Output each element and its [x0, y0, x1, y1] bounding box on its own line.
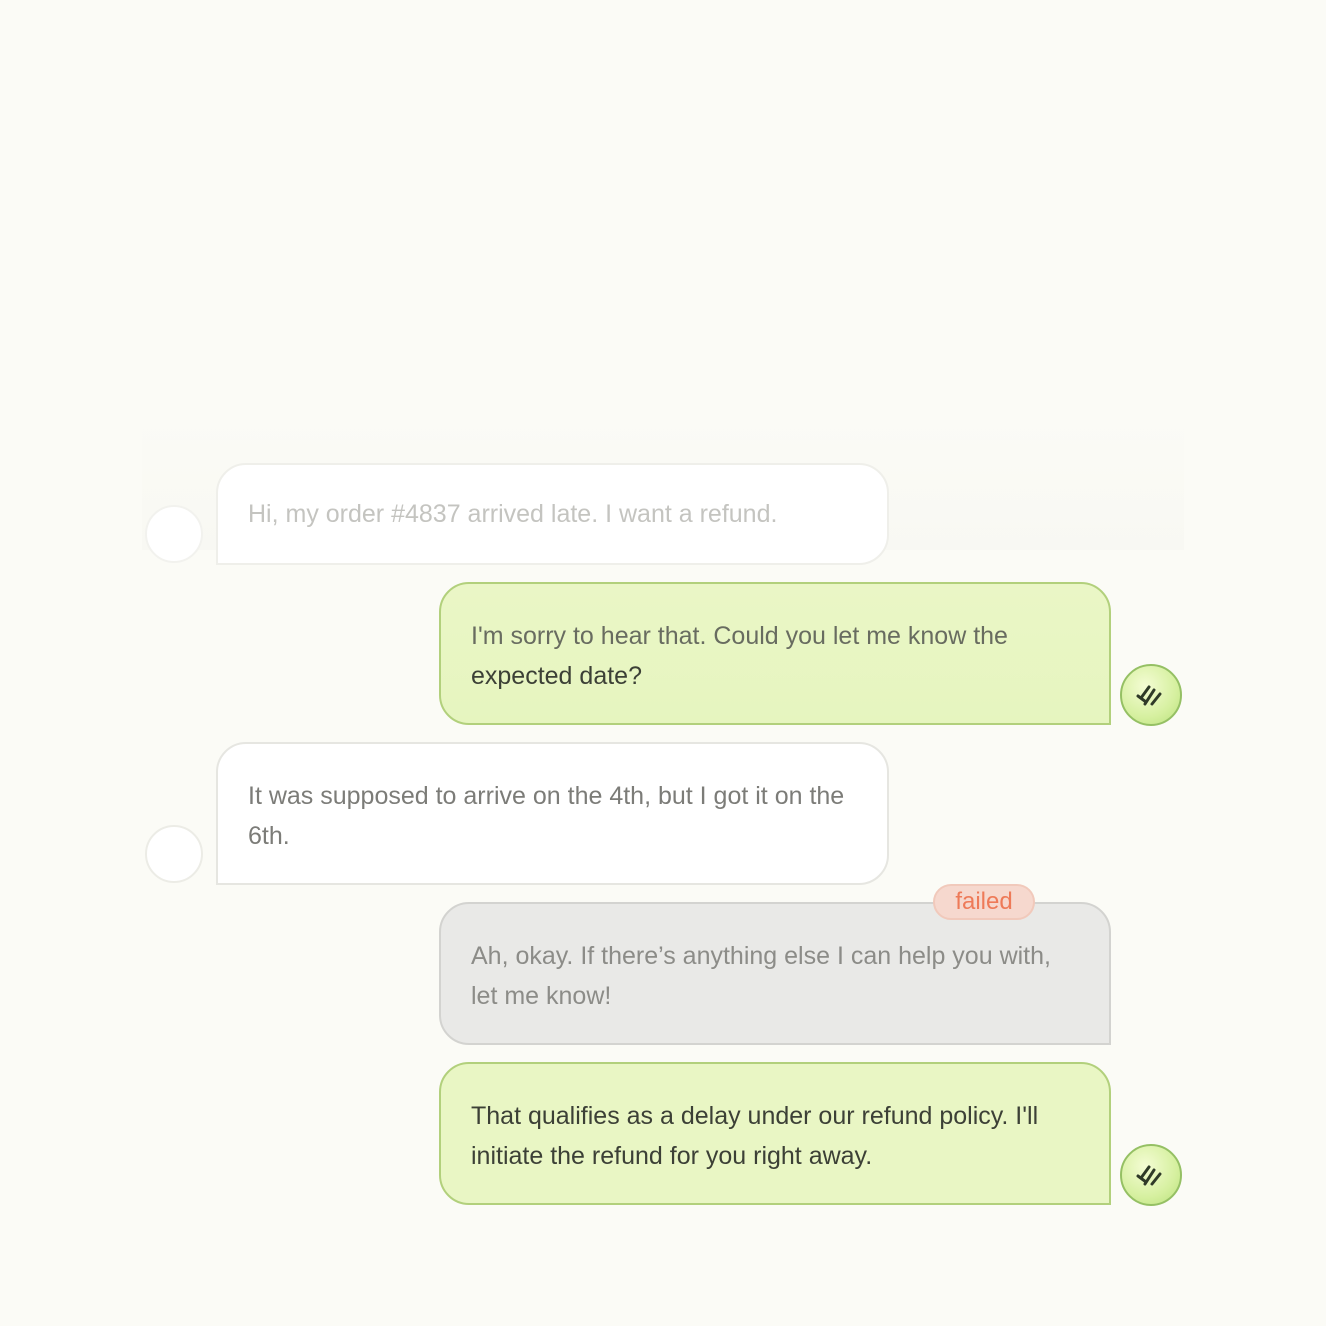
agent-logo-icon: [1120, 1144, 1182, 1206]
user-avatar: [145, 505, 203, 563]
agent-message-bubble: I'm sorry to hear that. Could you let me…: [439, 582, 1111, 725]
message-text: It was supposed to arrive on the 4th, bu…: [248, 782, 845, 850]
agent-message-bubble: That qualifies as a delay under our refu…: [439, 1062, 1111, 1205]
failed-status-badge: failed: [933, 884, 1035, 920]
message-text-line: I'm sorry to hear that. Could you let me…: [471, 622, 1008, 650]
agent-logo-icon: [1120, 664, 1182, 726]
user-message-bubble: Hi, my order #4837 arrived late. I want …: [216, 463, 889, 565]
user-message-bubble: It was supposed to arrive on the 4th, bu…: [216, 742, 889, 885]
message-text: That qualifies as a delay under our refu…: [471, 1102, 1039, 1170]
message-text: Ah, okay. If there’s anything else I can…: [471, 942, 1051, 1010]
message-text: Hi, my order #4837 arrived late. I want …: [248, 500, 778, 528]
message-text-line: expected date?: [471, 662, 642, 690]
user-avatar: [145, 825, 203, 883]
failed-message-bubble: Ah, okay. If there’s anything else I can…: [439, 902, 1111, 1045]
